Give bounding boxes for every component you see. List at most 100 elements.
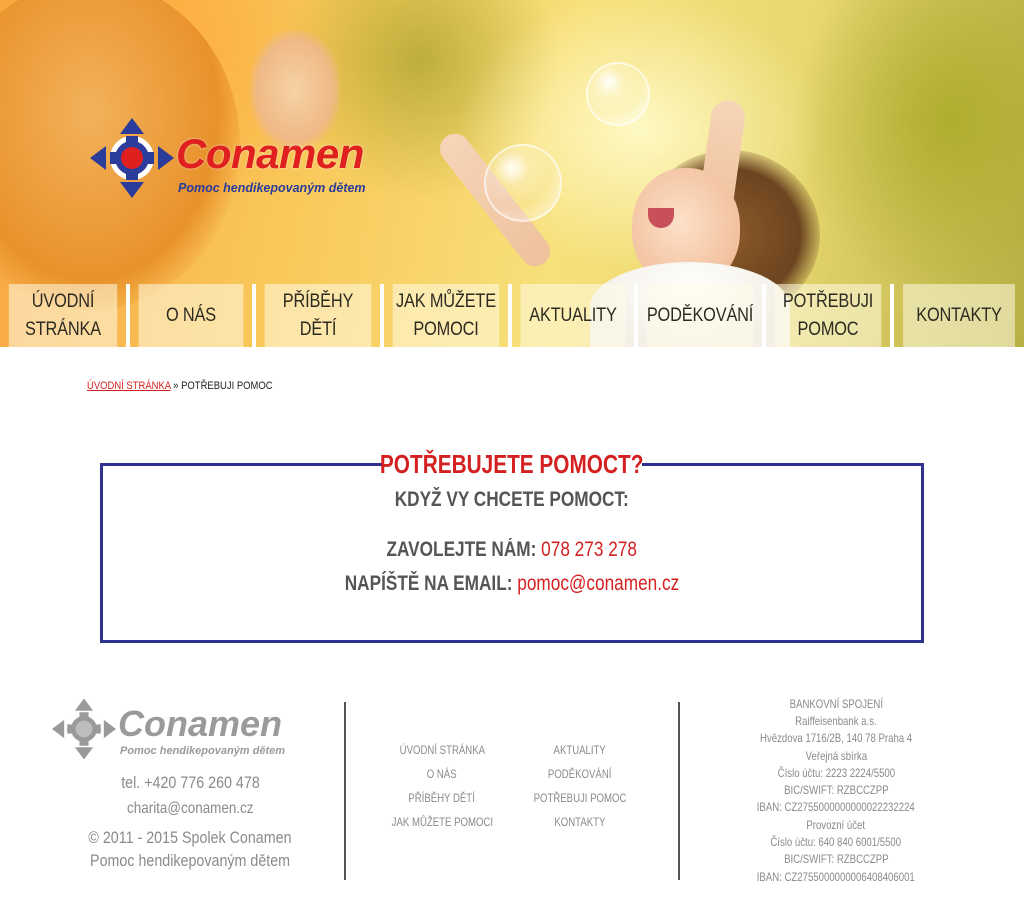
footer-email[interactable]: charita@conamen.cz (52, 800, 328, 818)
nav-item-aktuality[interactable]: AKTUALITY (520, 284, 626, 347)
nav-item-kontakty[interactable]: KONTAKTY (903, 284, 1015, 347)
footer-link-label: PODĚKOVÁNÍ (548, 767, 612, 781)
nav-item-label: PODĚKOVÁNÍ (646, 304, 754, 326)
bank-line-text: Číslo účtu: 2223 2224/5500 (777, 766, 895, 780)
bank-line: Raiffeisenbank a.s. (700, 714, 972, 728)
footer-link-label: PŘÍBĚHY DĚTÍ (408, 791, 476, 805)
bank-line-text: BIC/SWIFT: RZBCCZPP (783, 783, 889, 797)
breadcrumb: Úvodní stránka » Potřebuji pomoc (87, 380, 273, 392)
bank-line: IBAN: CZ2755000000006408406001 (700, 870, 972, 884)
help-email-line: NAPÍŠTĚ NA EMAIL: pomoc@conamen.cz (100, 572, 924, 596)
footer-link-label: ÚVODNÍ STRÁNKA (399, 743, 485, 757)
nav-item-label: O NÁS (166, 304, 216, 326)
nav-divider (890, 284, 894, 347)
footer-phone-text: tel. +420 776 260 478 (120, 773, 260, 792)
footer-link-label: JAK MŮŽETE POMOCI (391, 815, 493, 829)
footer-org-text: Pomoc hendikepovaným dětem (89, 851, 291, 870)
footer-link-label: O NÁS (427, 767, 457, 781)
nav-divider (508, 284, 512, 347)
footer-link-aktuality[interactable]: AKTUALITY (505, 743, 655, 757)
footer-copyright-text: © 2011 - 2015 Spolek Conamen (88, 828, 292, 847)
bank-line-text: BIC/SWIFT: RZBCCZPP (783, 852, 889, 866)
header-banner: Conamen Pomoc hendikepovaným dětem ÚVODN… (0, 0, 1024, 347)
footer-logo[interactable]: Conamen Pomoc hendikepovaným dětem (52, 697, 312, 767)
bank-line: Hvězdova 1716/2B, 140 78 Praha 4 (700, 731, 972, 745)
help-call-label: ZAVOLEJTE NÁM: (386, 538, 537, 561)
footer-logo-brand: Conamen (118, 703, 283, 744)
footer-link-jak-muzete-pomoci[interactable]: JAK MŮŽETE POMOCI (367, 815, 517, 829)
footer-link-label: POTŘEBUJI POMOC (533, 791, 627, 805)
logo-mark-icon (90, 118, 174, 198)
bank-line: BIC/SWIFT: RZBCCZPP (700, 852, 972, 866)
bank-line: IBAN: CZ2755000000000022232224 (700, 800, 972, 814)
nav-item-label: KONTAKTY (916, 304, 1002, 326)
footer-divider (344, 702, 346, 880)
nav-item-potrebuji-pomoc[interactable]: POTŘEBUJI POMOC (774, 284, 882, 347)
footer-link-pribehy-deti[interactable]: PŘÍBĚHY DĚTÍ (367, 791, 517, 805)
help-phone-link[interactable]: 078 273 278 (541, 538, 637, 561)
bank-line: BANKOVNÍ SPOJENÍ (789, 697, 883, 711)
breadcrumb-home-link[interactable]: Úvodní stránka (87, 380, 171, 392)
bank-line-text: IBAN: CZ2755000000000022232224 (757, 800, 915, 814)
bank-line-text: Hvězdova 1716/2B, 140 78 Praha 4 (759, 731, 913, 745)
bank-line-text: IBAN: CZ2755000000006408406001 (757, 870, 915, 884)
footer-link-podekovani[interactable]: PODĚKOVÁNÍ (505, 767, 655, 781)
footer-link-potrebuji-pomoc[interactable]: POTŘEBUJI POMOC (505, 791, 655, 805)
help-subtitle-text: KDYŽ VY CHCETE POMOCT: (394, 488, 630, 511)
logo-tagline: Pomoc hendikepovaným dětem (178, 181, 366, 195)
footer-link-label: AKTUALITY (553, 743, 607, 757)
nav-divider (252, 284, 256, 347)
footer-link-uvodni-stranka[interactable]: ÚVODNÍ STRÁNKA (367, 743, 517, 757)
bubble-image (484, 144, 562, 222)
main-nav: ÚVODNÍ STRÁNKA O NÁS PŘÍBĚHY DĚTÍ JAK MŮŽE… (0, 284, 1024, 347)
bank-line: Veřejná sbírka (700, 749, 972, 763)
nav-divider (634, 284, 638, 347)
nav-item-label: ÚVODNÍ (31, 290, 95, 312)
footer-email-text: charita@conamen.cz (126, 800, 254, 817)
footer-logo-tagline: Pomoc hendikepovaným dětem (120, 745, 286, 757)
nav-item-label: POTŘEBUJI (782, 290, 874, 312)
site-logo[interactable]: Conamen Pomoc hendikepovaným dětem (90, 118, 420, 200)
nav-item-jak-muzete-pomoci[interactable]: JAK MŮŽETE POMOCI (392, 284, 500, 347)
bank-line-text: Číslo účtu: 640 840 6001/5500 (770, 835, 902, 849)
nav-item-label: POMOCI (413, 318, 479, 340)
bank-line-text: Raiffeisenbank a.s. (795, 714, 877, 728)
logo-brand: Conamen (176, 130, 364, 177)
bubble-image (586, 62, 650, 126)
footer-link-o-nas[interactable]: O NÁS (367, 767, 517, 781)
breadcrumb-separator: » (173, 380, 179, 392)
breadcrumb-current: Potřebuji pomoc (181, 380, 273, 392)
help-title-wrap: POTŘEBUJETE POMOCT? (380, 446, 644, 482)
help-email-label: NAPÍŠTĚ NA EMAIL: (344, 572, 513, 595)
nav-divider (126, 284, 130, 347)
help-subtitle: KDYŽ VY CHCETE POMOCT: (100, 488, 924, 512)
nav-item-uvodni-stranka[interactable]: ÚVODNÍ STRÁNKA (8, 284, 118, 347)
bank-line-text: Veřejná sbírka (805, 749, 867, 763)
footer-link-label: KONTAKTY (554, 815, 606, 829)
footer-org: Pomoc hendikepovaným dětem (52, 851, 328, 871)
bank-line: Číslo účtu: 2223 2224/5500 (700, 766, 972, 780)
bank-line: Provozní účet (700, 818, 972, 832)
nav-item-label: AKTUALITY (529, 304, 617, 326)
footer-copyright: © 2011 - 2015 Spolek Conamen (52, 828, 328, 848)
nav-item-pribehy-deti[interactable]: PŘÍBĚHY DĚTÍ (264, 284, 372, 347)
nav-item-label: POMOC (797, 318, 859, 340)
nav-item-label: JAK MŮŽETE (396, 290, 496, 312)
nav-item-o-nas[interactable]: O NÁS (138, 284, 244, 347)
nav-item-label: PŘÍBĚHY (282, 290, 354, 312)
nav-item-label: STRÁNKA (25, 318, 101, 340)
footer-link-kontakty[interactable]: KONTAKTY (505, 815, 655, 829)
bank-heading: BANKOVNÍ SPOJENÍ (700, 697, 972, 711)
nav-divider (380, 284, 384, 347)
help-title: POTŘEBUJETE POMOCT? (380, 448, 644, 479)
footer-phone[interactable]: tel. +420 776 260 478 (52, 773, 328, 793)
footer-divider (678, 702, 680, 880)
bank-line-text: Provozní účet (806, 818, 866, 832)
bank-line: Číslo účtu: 640 840 6001/5500 (700, 835, 972, 849)
footer-logo-mark-icon (52, 698, 116, 760)
nav-item-label: DĚTÍ (299, 318, 337, 340)
nav-item-podekovani[interactable]: PODĚKOVÁNÍ (646, 284, 754, 347)
bank-line: BIC/SWIFT: RZBCCZPP (700, 783, 972, 797)
help-call-line: ZAVOLEJTE NÁM: 078 273 278 (100, 538, 924, 562)
help-email-link[interactable]: pomoc@conamen.cz (517, 572, 679, 595)
